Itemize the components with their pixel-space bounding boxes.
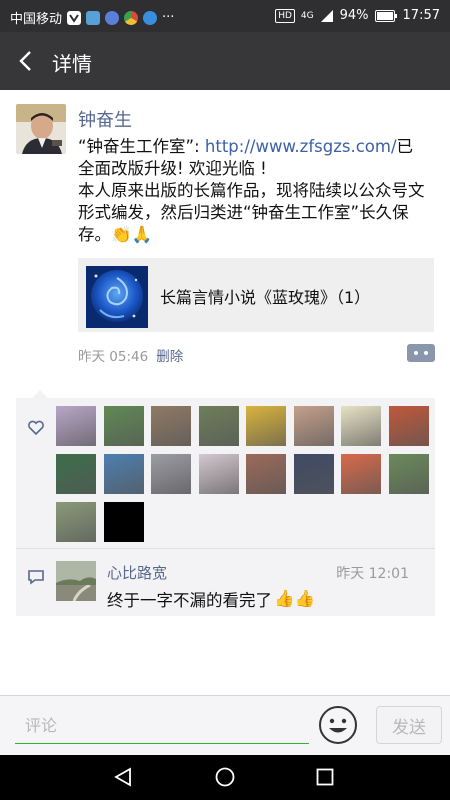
article-title: 长篇言情小说《蓝玫瑰》（1） <box>160 288 371 307</box>
comment-body: 终于一字不漏的看完了 <box>107 591 272 610</box>
browser-app-icon <box>143 10 158 25</box>
liker-avatar[interactable] <box>56 502 96 542</box>
heart-icon <box>28 420 44 436</box>
liker-avatar[interactable] <box>56 454 96 494</box>
comment-input-bar: 发送 <box>0 695 450 755</box>
post-text-prefix: “钟奋生工作室”: <box>78 137 205 156</box>
post-author[interactable]: 钟奋生 <box>78 106 132 132</box>
app-notification-icon <box>67 10 82 25</box>
liker-avatar[interactable] <box>246 406 286 446</box>
home-circle-icon[interactable] <box>214 766 236 788</box>
dot-icon <box>424 351 428 355</box>
page-title: 详情 <box>52 52 92 76</box>
chevron-left-icon <box>19 51 31 71</box>
status-bar: 中国移动 ··· HD 4G 94% 17:57 <box>0 0 450 32</box>
liker-avatar[interactable] <box>246 454 286 494</box>
likes-section <box>16 398 435 548</box>
post-meta: 昨天 05:46 删除 <box>78 345 183 365</box>
post-time: 昨天 05:46 <box>78 349 149 365</box>
hd-badge: HD <box>275 8 295 23</box>
emoji-button[interactable] <box>318 705 358 745</box>
liker-avatar[interactable] <box>198 406 239 446</box>
back-button[interactable] <box>12 46 42 76</box>
battery-percent: 94% <box>339 8 369 23</box>
flower-app-icon <box>105 10 120 25</box>
liker-avatar[interactable] <box>151 406 191 446</box>
bird-app-icon <box>86 10 101 25</box>
more-actions-button[interactable] <box>407 344 435 362</box>
article-thumbnail <box>86 266 148 328</box>
post-text: “钟奋生工作室”: http://www.zfsgzs.com/已全面改版升级!… <box>78 136 428 246</box>
recents-square-icon[interactable] <box>314 766 336 788</box>
comment-time: 昨天 12:01 <box>336 566 409 582</box>
clock: 17:57 <box>402 8 440 23</box>
liker-avatar[interactable] <box>103 406 144 446</box>
send-button[interactable]: 发送 <box>376 706 442 744</box>
interactions-panel: 心比路宽 昨天 12:01 终于一字不漏的看完了 👍👍 <box>16 390 435 616</box>
chrome-app-icon <box>124 10 139 25</box>
delete-button[interactable]: 删除 <box>156 349 183 365</box>
comment-item[interactable]: 心比路宽 昨天 12:01 终于一字不漏的看完了 👍👍 <box>16 549 435 616</box>
nav-bar: 详情 <box>0 32 450 90</box>
author-avatar[interactable] <box>16 104 66 154</box>
liker-avatar[interactable] <box>103 502 144 542</box>
comment-emojis: 👍👍 <box>274 589 316 608</box>
liker-avatar[interactable] <box>103 454 144 494</box>
battery-icon <box>374 9 397 22</box>
dot-icon <box>414 351 418 355</box>
liker-avatar[interactable] <box>151 454 191 494</box>
commenter-avatar[interactable] <box>56 561 96 601</box>
shared-article-card[interactable]: 长篇言情小说《蓝玫瑰》（1） <box>78 258 434 332</box>
network-type: 4G <box>300 10 314 21</box>
comment-input[interactable] <box>15 708 309 744</box>
liker-avatar[interactable] <box>56 406 96 446</box>
back-triangle-icon[interactable] <box>112 766 134 788</box>
liker-avatar[interactable] <box>388 406 429 446</box>
liker-avatar[interactable] <box>341 454 381 494</box>
liker-avatar[interactable] <box>388 454 429 494</box>
comment-text: 终于一字不漏的看完了 👍👍 <box>107 587 315 611</box>
liker-avatar[interactable] <box>293 406 334 446</box>
post-emojis: 👏🙏 <box>111 225 153 244</box>
post-url-link[interactable]: http://www.zfsgzs.com/ <box>205 137 397 156</box>
carrier-label: 中国移动 <box>10 12 63 27</box>
system-nav-bar <box>0 755 450 800</box>
comment-icon <box>28 570 44 585</box>
liker-avatar[interactable] <box>293 454 334 494</box>
liker-avatar[interactable] <box>341 406 381 446</box>
moment-detail: 钟奋生 “钟奋生工作室”: http://www.zfsgzs.com/已全面改… <box>0 90 450 695</box>
smiley-icon <box>319 706 357 744</box>
commenter-name[interactable]: 心比路宽 <box>107 562 167 583</box>
more-notifications-icon: ··· <box>162 10 175 25</box>
signal-icon <box>320 9 333 22</box>
liker-avatar[interactable] <box>198 454 239 494</box>
